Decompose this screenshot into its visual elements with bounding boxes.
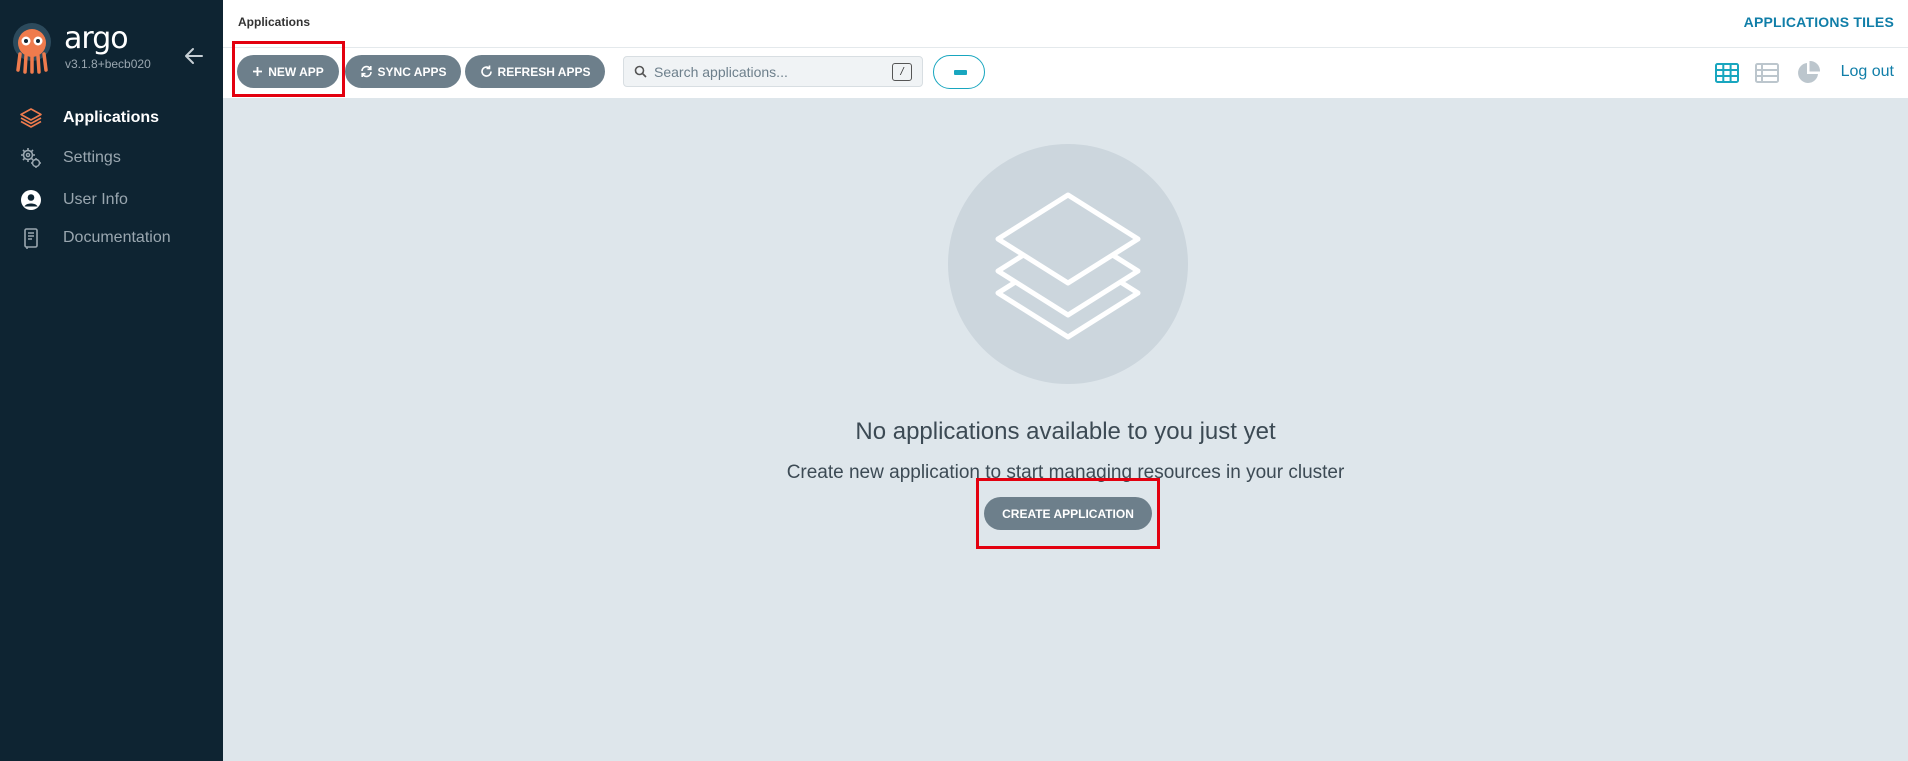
refresh-apps-button[interactable]: REFRESH APPS	[465, 55, 605, 88]
argo-logo-icon	[13, 23, 51, 74]
empty-state-title: No applications available to you just ye…	[855, 418, 1276, 445]
brand-name: argo	[64, 21, 129, 56]
sidebar-item-applications[interactable]: Applications	[0, 100, 223, 136]
search-icon	[634, 65, 647, 78]
sidebar-item-label: Settings	[63, 149, 121, 166]
sidebar-item-label: Applications	[63, 109, 160, 126]
sidebar-item-label: User Info	[63, 191, 128, 208]
version-label: v3.1.8+becb020	[65, 57, 151, 71]
empty-state-illustration	[948, 144, 1188, 384]
layers-icon	[995, 192, 1141, 340]
pie-chart-view-icon[interactable]	[1795, 60, 1821, 86]
sync-icon	[360, 65, 372, 78]
sync-apps-button[interactable]: SYNC APPS	[345, 55, 461, 88]
top-bar: Applications APPLICATIONS TILES	[223, 0, 1908, 48]
sidebar-item-documentation[interactable]: Documentation	[0, 220, 223, 256]
search-input[interactable]	[654, 61, 884, 83]
layers-icon	[20, 108, 42, 128]
refresh-icon	[480, 65, 492, 77]
arrow-left-icon[interactable]	[182, 44, 206, 68]
minus-icon	[954, 70, 967, 75]
create-application-button[interactable]: CREATE APPLICATION	[984, 497, 1152, 530]
gears-icon	[21, 148, 41, 168]
sidebar-item-user-info[interactable]: User Info	[0, 182, 223, 218]
sync-apps-label: SYNC APPS	[377, 64, 447, 79]
highlight-box	[232, 41, 345, 97]
user-circle-icon	[21, 190, 41, 210]
sidebar-item-label: Documentation	[63, 229, 171, 246]
search-shortcut-key: /	[892, 63, 912, 81]
filter-toggle-button[interactable]	[933, 55, 985, 89]
logout-link[interactable]: Log out	[1841, 63, 1894, 81]
search-box: /	[623, 56, 923, 87]
empty-state: No applications available to you just ye…	[223, 98, 1908, 761]
brand: argo v3.1.8+becb020	[10, 20, 220, 76]
toolbar: NEW APP SYNC APPS REFRESH APPS /	[223, 41, 1908, 98]
refresh-apps-label: REFRESH APPS	[497, 64, 591, 79]
list-view-icon[interactable]	[1754, 60, 1780, 86]
book-icon	[24, 228, 38, 249]
page-title: APPLICATIONS TILES	[1743, 14, 1894, 30]
breadcrumb[interactable]: Applications	[238, 15, 310, 29]
sidebar: argo v3.1.8+becb020 Applications Setting…	[0, 0, 223, 761]
tiles-view-icon[interactable]	[1714, 60, 1740, 86]
sidebar-item-settings[interactable]: Settings	[0, 140, 223, 176]
